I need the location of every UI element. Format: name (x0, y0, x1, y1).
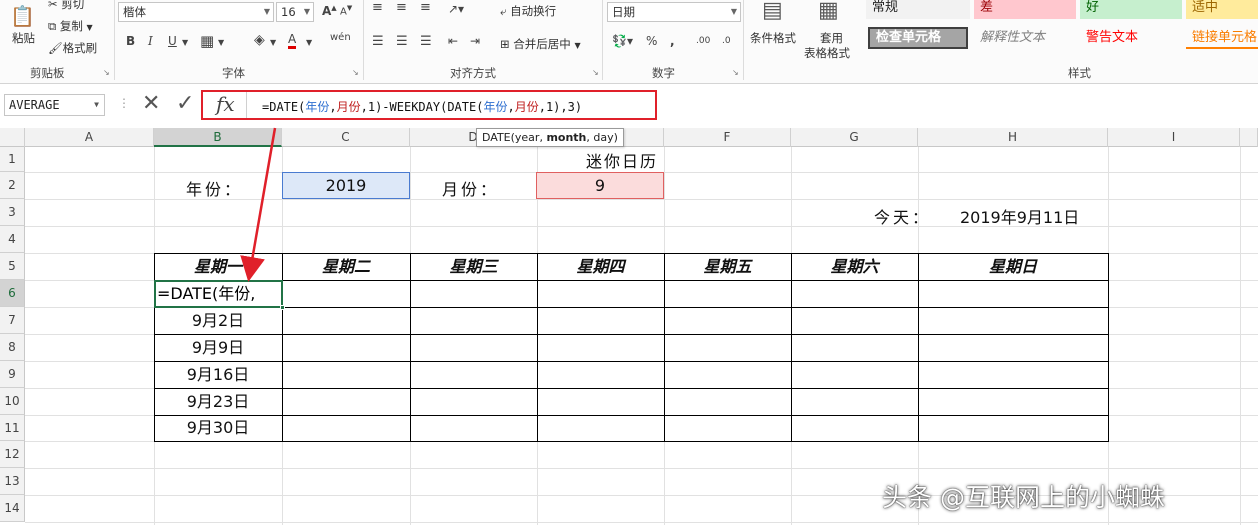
excel-window: { "ribbon": { "clipboard": { "cut": "剪切"… (0, 0, 1258, 525)
arrow-line (240, 127, 277, 282)
annotation-arrow (240, 127, 277, 282)
watermark: 头条 @互联网上的小蜘蛛 (882, 483, 1165, 512)
